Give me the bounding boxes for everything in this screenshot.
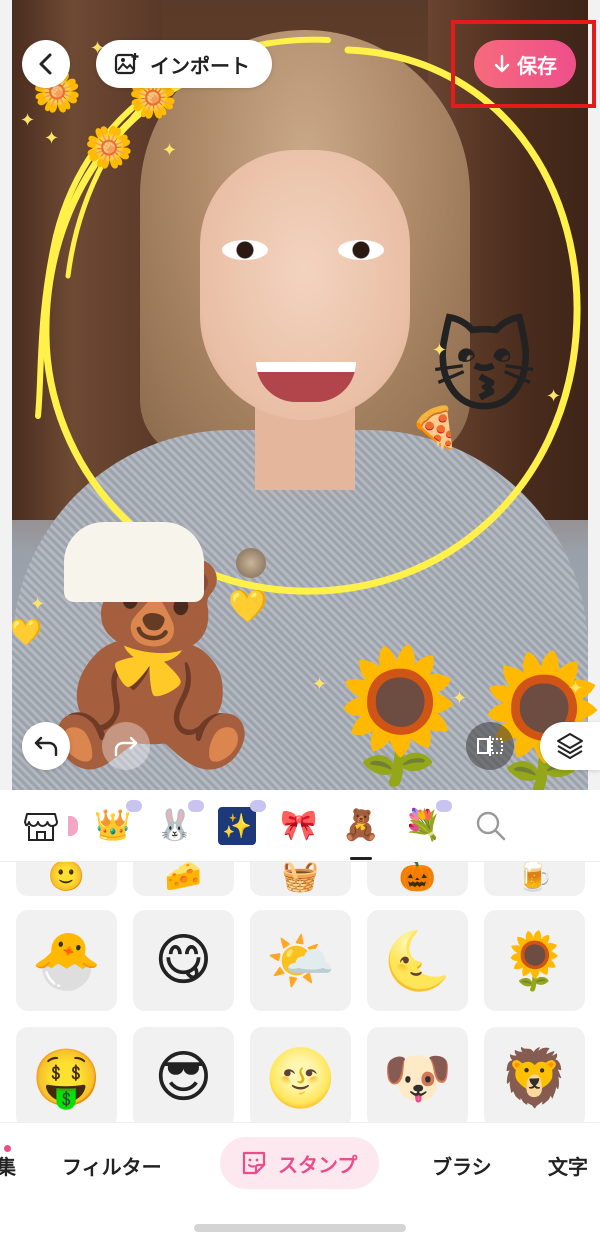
search-icon xyxy=(476,811,506,840)
sticker-grid[interactable]: 🙂 🧀 🧺 🎃 🍺 🐣 😋 🌤️ 🌜 🌻 🤑 😎 🌝 🐶 🦁 xyxy=(0,862,600,1122)
tool-tab-text[interactable]: 文字 xyxy=(548,1123,588,1207)
save-label: 保存 xyxy=(517,53,557,78)
crown-icon: 👑 xyxy=(94,808,132,843)
lion-headphones-sticker-tile[interactable]: 🦁 xyxy=(484,1027,585,1122)
sparkle-icon: ✦ xyxy=(432,340,448,361)
sparkle-icon: ✦ xyxy=(162,140,178,161)
category-chef-bear[interactable]: 🧸 xyxy=(330,790,392,862)
moon-rose-sticker-tile[interactable]: 🌝 xyxy=(250,1027,351,1122)
subject-eye-left xyxy=(222,240,268,260)
compare-button[interactable] xyxy=(466,722,514,770)
dog-headphones-sticker-tile[interactable]: 🐶 xyxy=(367,1027,468,1122)
sticker-tile[interactable]: 🎃 xyxy=(367,862,468,896)
sunflower-face-sticker-tile[interactable]: 🌻 xyxy=(484,910,585,1011)
cat-sticker[interactable]: 😽 xyxy=(432,318,536,418)
premium-badge xyxy=(188,799,204,812)
layers-icon xyxy=(557,733,583,759)
canvas-edge-left xyxy=(0,0,12,790)
sparkle-icon: ✦ xyxy=(546,386,562,407)
tool-tab-text-label: 文字 xyxy=(548,1154,588,1179)
tool-tab-stamp[interactable]: スタンプ xyxy=(220,1137,380,1189)
tool-tab-edit-label: 集 xyxy=(0,1154,16,1179)
sticker-grid-row: 🤑 😎 🌝 🐶 🦁 xyxy=(16,1027,585,1122)
sticker-category-bar[interactable]: 👑 🐰 ✨ 🎀 🧸 💐 xyxy=(0,790,600,862)
bow-icon: 🎀 xyxy=(280,808,318,843)
chevron-left-icon xyxy=(39,53,52,75)
layers-button[interactable] xyxy=(540,722,600,770)
redo-button[interactable] xyxy=(102,722,150,770)
tool-tab-edit[interactable]: 集 xyxy=(0,1123,16,1207)
tool-tab-brush[interactable]: ブラシ xyxy=(432,1123,492,1207)
premium-badge xyxy=(126,799,142,812)
category-sparkle-frame[interactable]: ✨ xyxy=(206,790,268,862)
sparkle-icon: ✦ xyxy=(20,110,36,131)
sparkle-icon: ✦ xyxy=(44,128,60,149)
editor-tool-bar[interactable]: 集 フィルター スタンプ ブラシ 文字 xyxy=(0,1122,600,1206)
flower-person-icon: 💐 xyxy=(404,808,442,843)
import-button[interactable]: インポート xyxy=(96,40,272,88)
sunflower-sticker[interactable]: 🌻 xyxy=(318,650,480,780)
sticker-grid-row-partial: 🙂 🧀 🧺 🎃 🍺 xyxy=(16,862,585,896)
sparkle-frame-icon: ✨ xyxy=(218,806,256,845)
premium-badge xyxy=(436,799,452,812)
tool-tab-filter[interactable]: フィルター xyxy=(62,1123,162,1207)
home-indicator xyxy=(194,1224,406,1232)
chef-hat-sticker xyxy=(64,522,204,602)
sticker-face-icon xyxy=(242,1151,266,1175)
heart-sticker[interactable]: 💛 xyxy=(228,590,268,622)
heart-sticker[interactable]: 💛 xyxy=(10,620,42,646)
food-face-sticker-tile[interactable]: 😋 xyxy=(133,910,234,1011)
category-bow[interactable]: 🎀 xyxy=(268,790,330,862)
photo-canvas[interactable]: 🌼 🌼 🌼 ✦ ✦ ✦ ✦ 😽 🍕 ✦ ✦ 🧸 💛 💛 ✦ 🌻 🌻 ✦ ✦ ✦ xyxy=(0,0,600,790)
subject-eye-right xyxy=(338,240,384,260)
save-button[interactable]: 保存 xyxy=(474,40,576,88)
compare-icon xyxy=(477,736,503,756)
sunglasses-face-sticker-tile[interactable]: 😎 xyxy=(133,1027,234,1122)
sticker-search-button[interactable] xyxy=(460,790,522,862)
category-flower-person[interactable]: 💐 xyxy=(392,790,454,862)
sparkle-icon: ✦ xyxy=(30,594,46,615)
moon-faces-sticker-tile[interactable]: 🌜 xyxy=(367,910,468,1011)
store-icon xyxy=(24,812,58,841)
category-crown[interactable]: 👑 xyxy=(82,790,144,862)
weather-face-sticker-tile[interactable]: 🌤️ xyxy=(250,910,351,1011)
tool-tab-stamp-label: スタンプ xyxy=(278,1152,358,1177)
pizza-sticker[interactable]: 🍕 xyxy=(410,408,460,448)
sticker-tile[interactable]: 🍺 xyxy=(484,862,585,896)
chef-bear-icon: 🧸 xyxy=(342,808,380,843)
sparkle-icon: ✦ xyxy=(568,678,584,699)
sticker-tile[interactable]: 🧺 xyxy=(250,862,351,896)
sticker-grid-row: 🐣 😋 🌤️ 🌜 🌻 xyxy=(16,910,585,1011)
download-arrow-icon xyxy=(494,54,510,73)
redo-icon xyxy=(114,736,138,757)
category-bunny-ears[interactable]: 🐰 xyxy=(144,790,206,862)
tool-tab-filter-label: フィルター xyxy=(62,1154,162,1179)
money-face-sticker-tile[interactable]: 🤑 xyxy=(16,1027,117,1122)
flower-sticker[interactable]: 🌼 xyxy=(84,128,134,168)
bunny-ears-icon: 🐰 xyxy=(156,808,194,843)
undo-button[interactable] xyxy=(22,722,70,770)
import-label: インポート xyxy=(150,53,250,78)
sticker-store-tab[interactable] xyxy=(0,790,82,862)
back-button[interactable] xyxy=(22,40,70,88)
undo-icon xyxy=(34,736,58,757)
image-add-icon xyxy=(114,53,139,75)
sparkle-icon: ✦ xyxy=(452,688,468,709)
hatching-chick-sticker-tile[interactable]: 🐣 xyxy=(16,910,117,1011)
sticker-tile[interactable]: 🧀 xyxy=(133,862,234,896)
sticker-panel: 👑 🐰 ✨ 🎀 🧸 💐 🙂 � xyxy=(0,790,600,1246)
notification-dot xyxy=(4,1145,11,1152)
tool-tab-brush-label: ブラシ xyxy=(432,1154,492,1179)
sparkle-icon: ✦ xyxy=(312,674,328,695)
premium-badge xyxy=(250,799,266,812)
sticker-tile[interactable]: 🙂 xyxy=(16,862,117,896)
